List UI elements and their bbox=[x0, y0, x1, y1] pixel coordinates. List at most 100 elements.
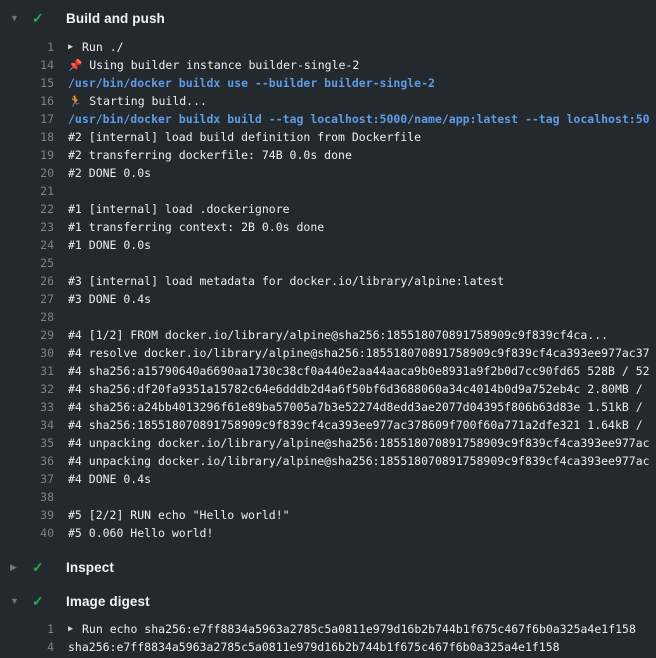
section-title-build-and-push: Build and push bbox=[66, 11, 165, 26]
log-line: 39 #5 [2/2] RUN echo "Hello world!" bbox=[0, 506, 656, 524]
line-number[interactable]: 23 bbox=[0, 218, 54, 236]
line-number[interactable]: 28 bbox=[0, 308, 54, 326]
log-line: 33 #4 sha256:a24bb4013296f61e89ba57005a7b… bbox=[0, 398, 656, 416]
log-line: 31 #4 sha256:a15790640a6690aa1730c38cf0a4… bbox=[0, 362, 656, 380]
log-line: 1 ▶Run ./ bbox=[0, 38, 656, 56]
log-line: 38 bbox=[0, 488, 656, 506]
line-text: #4 sha256:a24bb4013296f61e89ba57005a7b3e… bbox=[68, 398, 650, 416]
line-text: #1 transferring context: 2B 0.0s done bbox=[68, 218, 324, 236]
line-number[interactable]: 38 bbox=[0, 488, 54, 506]
line-number[interactable]: 37 bbox=[0, 470, 54, 488]
line-text: #4 sha256:df20fa9351a15782c64e6dddb2d4a6… bbox=[68, 380, 650, 398]
line-text: #4 resolve docker.io/library/alpine@sha2… bbox=[68, 344, 650, 362]
log-line: 14 📌 Using builder instance builder-singl… bbox=[0, 56, 656, 74]
chevron-down-icon[interactable]: ▼ bbox=[10, 14, 32, 23]
line-number[interactable]: 33 bbox=[0, 398, 54, 416]
log-line: 15/usr/bin/docker buildx use --builder b… bbox=[0, 74, 656, 92]
log-line: 16 🏃 Starting build... bbox=[0, 92, 656, 110]
line-number[interactable]: 25 bbox=[0, 254, 54, 272]
log-line: 40 #5 0.060 Hello world! bbox=[0, 524, 656, 542]
log-line: 34 #4 sha256:185518070891758909c9f839cf4c… bbox=[0, 416, 656, 434]
line-text: Run ./ bbox=[82, 38, 124, 56]
chevron-down-icon[interactable]: ▼ bbox=[10, 597, 32, 606]
line-text: Run echo sha256:e7ff8834a5963a2785c5a081… bbox=[82, 620, 636, 638]
line-number[interactable]: 34 bbox=[0, 416, 54, 434]
line-number[interactable]: 14 bbox=[0, 56, 54, 74]
section-title-image-digest: Image digest bbox=[66, 594, 150, 609]
line-number[interactable]: 35 bbox=[0, 434, 54, 452]
log-line: 22 #1 [internal] load .dockerignore bbox=[0, 200, 656, 218]
line-text: /usr/bin/docker buildx build --tag local… bbox=[68, 110, 650, 128]
line-number[interactable]: 26 bbox=[0, 272, 54, 290]
chevron-right-icon[interactable]: ▶ bbox=[10, 563, 32, 572]
line-text: #1 [internal] load .dockerignore bbox=[68, 200, 290, 218]
line-number[interactable]: 17 bbox=[0, 110, 54, 128]
line-number[interactable]: 27 bbox=[0, 290, 54, 308]
line-text: #5 [2/2] RUN echo "Hello world!" bbox=[68, 506, 290, 524]
line-number[interactable]: 4 bbox=[0, 638, 54, 656]
log-line: 18 #2 [internal] load build definition fr… bbox=[0, 128, 656, 146]
play-toggle-icon[interactable]: ▶ bbox=[68, 38, 82, 56]
log-line: 29 #4 [1/2] FROM docker.io/library/alpine… bbox=[0, 326, 656, 344]
log-line: 19 #2 transferring dockerfile: 74B 0.0s d… bbox=[0, 146, 656, 164]
play-toggle-icon[interactable]: ▶ bbox=[68, 620, 82, 638]
log-line: 30 #4 resolve docker.io/library/alpine@sh… bbox=[0, 344, 656, 362]
line-text: #4 sha256:a15790640a6690aa1730c38cf0a440… bbox=[68, 362, 650, 380]
line-number[interactable]: 19 bbox=[0, 146, 54, 164]
log-block-build-and-push: 1 ▶Run ./ 14 📌 Using builder instance build… bbox=[0, 36, 656, 544]
log-line: 4 sha256:e7ff8834a5963a2785c5a0811e979d16… bbox=[0, 638, 656, 656]
check-icon: ✓ bbox=[32, 11, 52, 25]
check-icon: ✓ bbox=[32, 594, 52, 608]
line-text: /usr/bin/docker buildx use --builder bui… bbox=[68, 74, 435, 92]
log-line: 28 bbox=[0, 308, 656, 326]
line-number[interactable]: 1 bbox=[0, 38, 54, 56]
section-header-build-and-push[interactable]: ▼✓ Build and push bbox=[0, 0, 656, 36]
log-line: 25 bbox=[0, 254, 656, 272]
line-text: 📌 Using builder instance builder-single-… bbox=[68, 56, 359, 74]
line-number[interactable]: 15 bbox=[0, 74, 54, 92]
log-line: 20 #2 DONE 0.0s bbox=[0, 164, 656, 182]
line-text: #5 0.060 Hello world! bbox=[68, 524, 213, 542]
log-line: 27 #3 DONE 0.4s bbox=[0, 290, 656, 308]
log-line: 24 #1 DONE 0.0s bbox=[0, 236, 656, 254]
line-text: sha256:e7ff8834a5963a2785c5a0811e979d16b… bbox=[68, 638, 560, 656]
line-text: #4 sha256:185518070891758909c9f839cf4ca3… bbox=[68, 416, 650, 434]
line-number[interactable]: 29 bbox=[0, 326, 54, 344]
log-line: 17/usr/bin/docker buildx build --tag loc… bbox=[0, 110, 656, 128]
line-text: #2 transferring dockerfile: 74B 0.0s don… bbox=[68, 146, 352, 164]
section-header-inspect[interactable]: ▶✓ Inspect bbox=[0, 550, 656, 584]
line-text: #4 DONE 0.4s bbox=[68, 470, 151, 488]
line-text: #4 unpacking docker.io/library/alpine@sh… bbox=[68, 434, 650, 452]
line-number[interactable]: 30 bbox=[0, 344, 54, 362]
line-text: #3 [internal] load metadata for docker.i… bbox=[68, 272, 504, 290]
line-text: #2 DONE 0.0s bbox=[68, 164, 151, 182]
log-block-image-digest: 1 ▶Run echo sha256:e7ff8834a5963a2785c5a0… bbox=[0, 618, 656, 658]
line-number[interactable]: 22 bbox=[0, 200, 54, 218]
line-number[interactable]: 40 bbox=[0, 524, 54, 542]
log-line: 32 #4 sha256:df20fa9351a15782c64e6dddb2d4… bbox=[0, 380, 656, 398]
line-number[interactable]: 18 bbox=[0, 128, 54, 146]
line-number[interactable]: 32 bbox=[0, 380, 54, 398]
log-line: 35 #4 unpacking docker.io/library/alpine@… bbox=[0, 434, 656, 452]
line-number[interactable]: 16 bbox=[0, 92, 54, 110]
log-line: 1 ▶Run echo sha256:e7ff8834a5963a2785c5a0… bbox=[0, 620, 656, 638]
line-number[interactable]: 31 bbox=[0, 362, 54, 380]
line-text: #4 [1/2] FROM docker.io/library/alpine@s… bbox=[68, 326, 608, 344]
line-text: 🏃 Starting build... bbox=[68, 92, 207, 110]
check-icon: ✓ bbox=[32, 560, 52, 574]
line-text: #3 DONE 0.4s bbox=[68, 290, 151, 308]
line-text: #2 [internal] load build definition from… bbox=[68, 128, 421, 146]
line-text: #4 unpacking docker.io/library/alpine@sh… bbox=[68, 452, 650, 470]
line-number[interactable]: 24 bbox=[0, 236, 54, 254]
line-text: #1 DONE 0.0s bbox=[68, 236, 151, 254]
log-line: 37 #4 DONE 0.4s bbox=[0, 470, 656, 488]
line-number[interactable]: 20 bbox=[0, 164, 54, 182]
section-header-image-digest[interactable]: ▼✓ Image digest bbox=[0, 584, 656, 618]
actions-log-viewer: ▼✓Build and push1▶Run ./14📌 Using builde… bbox=[0, 0, 656, 658]
line-number[interactable]: 39 bbox=[0, 506, 54, 524]
line-number[interactable]: 21 bbox=[0, 182, 54, 200]
section-title-inspect: Inspect bbox=[66, 560, 114, 575]
line-number[interactable]: 1 bbox=[0, 620, 54, 638]
line-number[interactable]: 36 bbox=[0, 452, 54, 470]
log-line: 36 #4 unpacking docker.io/library/alpine@… bbox=[0, 452, 656, 470]
